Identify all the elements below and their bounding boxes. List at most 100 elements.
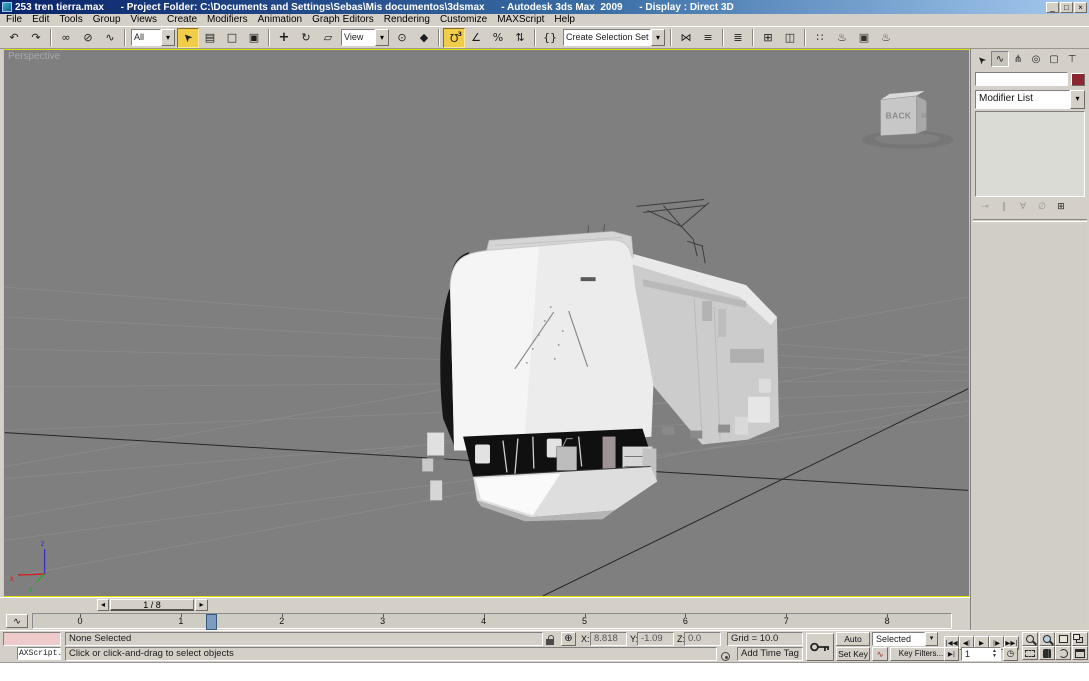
coord-x-field[interactable]: 8.818 [590, 632, 627, 646]
modifier-list-value[interactable]: Modifier List [975, 90, 1070, 109]
undo-button[interactable]: ↶ [3, 28, 25, 48]
layer-manager-button[interactable]: ≣ [727, 28, 749, 48]
modifier-list-arrow-icon[interactable]: ▾ [1070, 90, 1085, 109]
object-color-swatch[interactable] [1071, 73, 1085, 86]
select-and-uniform-scale-button[interactable]: ▱ [317, 28, 339, 48]
percent-snap-toggle-button[interactable]: % [487, 28, 509, 48]
pin-stack-button[interactable]: ⊸ [977, 200, 993, 215]
menu-help[interactable]: Help [549, 14, 580, 26]
quick-render-button[interactable]: ♨ [875, 28, 897, 48]
object-name-field[interactable] [975, 72, 1068, 86]
zoom-all-button[interactable] [1039, 632, 1055, 646]
arc-rotate-button[interactable] [1055, 646, 1071, 660]
auto-key-button[interactable]: Auto Key [836, 632, 870, 646]
selection-lock-toggle[interactable] [546, 632, 559, 646]
close-button[interactable]: × [1074, 2, 1087, 13]
time-configuration-button[interactable]: ◷ [1003, 647, 1018, 661]
default-tangent-button[interactable]: ∿ [872, 647, 888, 661]
menu-modifiers[interactable]: Modifiers [202, 14, 253, 26]
angle-snap-toggle-button[interactable]: ∠ [465, 28, 487, 48]
modifier-stack-list[interactable] [975, 111, 1085, 197]
select-and-move-button[interactable]: + [273, 28, 295, 48]
zoom-region-button[interactable] [1022, 646, 1038, 660]
time-slider-next-button[interactable]: ▸ [195, 599, 208, 611]
viewport-label[interactable]: Perspective [8, 51, 60, 62]
key-mode-arrow-icon[interactable]: ▾ [925, 632, 938, 646]
window-crossing-button[interactable]: ▣ [243, 28, 265, 48]
select-by-name-button[interactable]: ▤ [199, 28, 221, 48]
schematic-view-button[interactable]: ◫ [779, 28, 801, 48]
menu-customize[interactable]: Customize [435, 14, 492, 26]
absolute-offset-mode-toggle[interactable]: ⊕ [561, 632, 576, 646]
select-and-rotate-button[interactable]: ↻ [295, 28, 317, 48]
render-setup-button[interactable]: ♨ [831, 28, 853, 48]
zoom-extents-all-button[interactable] [1072, 632, 1088, 646]
maxscript-macro-recorder[interactable] [3, 632, 61, 646]
key-mode-toggle-button[interactable]: ▶| [944, 647, 959, 661]
unlink-selection-button[interactable]: ⊘ [77, 28, 99, 48]
align-button[interactable]: ≡ [697, 28, 719, 48]
viewcube[interactable]: BACK R [862, 91, 954, 149]
communicator-icon[interactable] [721, 648, 730, 666]
named-selection-sets-arrow-icon[interactable]: ▾ [651, 29, 665, 46]
tab-hierarchy[interactable]: ⋔ [1009, 51, 1027, 67]
set-key-mode-button[interactable] [806, 633, 834, 661]
track-bar-frame-marker[interactable] [206, 614, 217, 630]
train-model[interactable] [422, 199, 779, 521]
select-object-button[interactable]: ➤ [177, 28, 199, 48]
snaps-toggle-3d-button[interactable]: Ω3 [443, 28, 465, 48]
menu-group[interactable]: Group [88, 14, 126, 26]
menu-file[interactable]: File [1, 14, 27, 26]
show-end-result-button[interactable]: ‖ [996, 200, 1012, 215]
restore-button[interactable]: □ [1060, 2, 1073, 13]
zoom-extents-button[interactable] [1055, 632, 1071, 646]
tab-display[interactable]: ▢ [1045, 51, 1063, 67]
menu-views[interactable]: Views [126, 14, 163, 26]
menu-tools[interactable]: Tools [54, 14, 87, 26]
time-slider-prev-button[interactable]: ◂ [97, 599, 109, 611]
menu-graph-editors[interactable]: Graph Editors [307, 14, 379, 26]
tab-motion[interactable]: ◎ [1027, 51, 1045, 67]
spinner-snap-toggle-button[interactable]: ⇅ [509, 28, 531, 48]
frame-spinner[interactable]: ▲▼ [990, 649, 999, 659]
select-and-link-button[interactable]: ∞ [55, 28, 77, 48]
maxscript-mini-listener[interactable]: AXScript. [17, 647, 61, 660]
material-editor-button[interactable]: ∷ [809, 28, 831, 48]
menu-maxscript[interactable]: MAXScript [492, 14, 549, 26]
use-pivot-point-center-button[interactable]: ⊙ [391, 28, 413, 48]
pan-button[interactable] [1039, 646, 1055, 660]
tab-create[interactable]: ➤ [973, 51, 991, 67]
selection-filter-dropdown[interactable]: All▾ [131, 29, 175, 46]
menu-animation[interactable]: Animation [253, 14, 307, 26]
named-selection-sets-dropdown[interactable]: Create Selection Set▾ [563, 29, 665, 46]
key-mode-dropdown[interactable]: Selected ▾ [872, 632, 938, 646]
perspective-viewport[interactable]: Perspective [3, 49, 970, 597]
viewcube-right-face-label[interactable]: R [921, 113, 926, 120]
reference-coordinate-system-dropdown[interactable]: View▾ [341, 29, 389, 46]
tab-utilities[interactable]: ⊤ [1063, 51, 1081, 67]
zoom-button[interactable] [1022, 632, 1038, 646]
coord-z-field[interactable]: 0.0 [684, 632, 721, 646]
selection-filter-arrow-icon[interactable]: ▾ [161, 29, 175, 46]
remove-modifier-button[interactable]: ∅ [1034, 200, 1050, 215]
time-slider-handle[interactable]: 1 / 8 [110, 599, 194, 611]
menu-create[interactable]: Create [162, 14, 202, 26]
coord-y-field[interactable]: -1.09 [637, 632, 674, 646]
redo-button[interactable]: ↷ [25, 28, 47, 48]
configure-modifier-sets-button[interactable]: ⊞ [1053, 200, 1069, 215]
current-frame-field[interactable]: 1 ▲▼ [961, 647, 1001, 661]
set-key-button[interactable]: Set Key [836, 647, 870, 661]
viewcube-back-face-label[interactable]: BACK [886, 111, 912, 121]
rendered-frame-window-button[interactable]: ▣ [853, 28, 875, 48]
tab-modify[interactable]: ∿ [991, 51, 1009, 67]
curve-editor-button[interactable]: ⊞ [757, 28, 779, 48]
maximize-viewport-toggle-button[interactable] [1072, 646, 1088, 660]
select-and-manipulate-button[interactable]: ◆ [413, 28, 435, 48]
track-bar-ruler[interactable]: 012345678 [32, 613, 952, 629]
menu-rendering[interactable]: Rendering [379, 14, 435, 26]
rectangular-selection-region-button[interactable]: □ [221, 28, 243, 48]
edit-named-selection-sets-button[interactable]: {} [539, 28, 561, 48]
add-time-tag[interactable]: Add Time Tag [737, 647, 803, 661]
modifier-list-dropdown[interactable]: Modifier List ▾ [975, 90, 1085, 109]
reference-coordinate-system-arrow-icon[interactable]: ▾ [375, 29, 389, 46]
